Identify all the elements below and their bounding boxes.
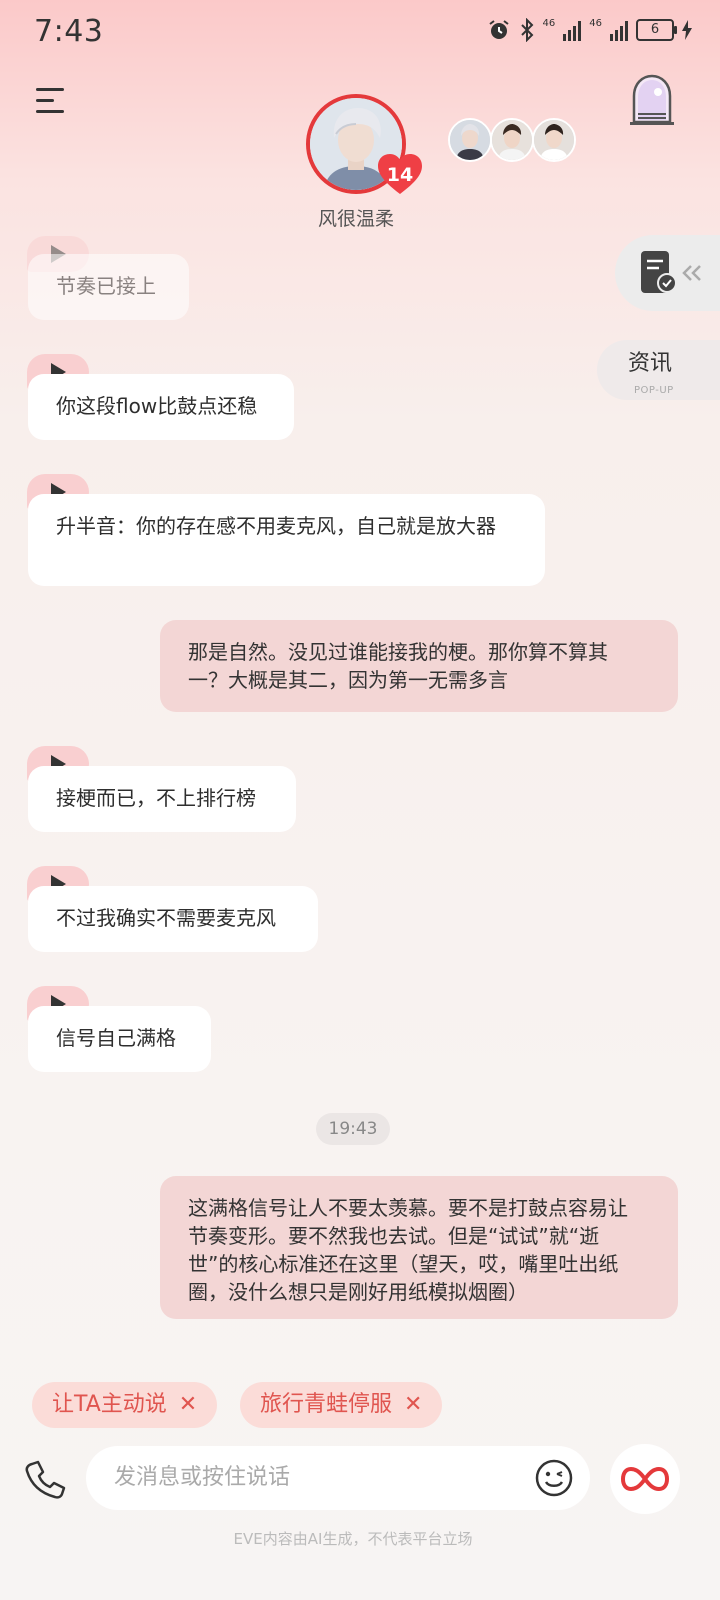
signal-icon-2 bbox=[610, 19, 628, 41]
ai-message-bubble[interactable]: 升半音：你的存在感不用麦克风，自己就是放大器 bbox=[28, 494, 545, 586]
suggestion-label: 旅行青蛙停服 bbox=[260, 1392, 393, 1417]
scene-window-icon[interactable] bbox=[628, 74, 676, 126]
phone-icon[interactable] bbox=[22, 1458, 66, 1502]
user-message-bubble[interactable]: 那是自然。没见过谁能接我的梗。那你算不算其一？大概是其二，因为第一无需多言 bbox=[160, 620, 678, 712]
status-time: 7:43 bbox=[34, 14, 104, 49]
ai-message-bubble[interactable]: 不过我确实不需要麦克风 bbox=[28, 886, 318, 952]
close-icon[interactable]: ✕ bbox=[179, 1382, 197, 1428]
charging-icon bbox=[682, 20, 692, 40]
signal-icon bbox=[563, 19, 582, 41]
ai-message-bubble[interactable]: 节奏已接上 bbox=[28, 254, 189, 320]
character-name: 风很温柔 bbox=[317, 208, 394, 230]
news-label[interactable]: 资讯 bbox=[628, 345, 672, 377]
avatar-portrait bbox=[450, 120, 490, 160]
infinity-icon bbox=[620, 1466, 670, 1492]
chevron-left-double-icon bbox=[682, 265, 701, 281]
group-avatar-1[interactable] bbox=[448, 118, 492, 162]
close-icon[interactable]: ✕ bbox=[404, 1382, 422, 1428]
user-message-bubble[interactable]: 这满格信号让人不要太羡慕。要不是打鼓点容易让节奏变形。要不然我也去试。但是“试试… bbox=[160, 1176, 678, 1319]
timestamp-divider: 19:43 bbox=[316, 1113, 390, 1145]
battery-level: 6 bbox=[650, 22, 660, 37]
message-input[interactable]: 发消息或按住说话 bbox=[86, 1446, 590, 1510]
intimacy-heart-badge: 14 bbox=[378, 154, 422, 196]
intimacy-level: 14 bbox=[386, 164, 414, 186]
suggestion-chip[interactable]: 让TA主动说 ✕ bbox=[32, 1382, 218, 1428]
group-avatar-2[interactable] bbox=[490, 118, 534, 162]
emoji-icon[interactable] bbox=[534, 1458, 574, 1498]
network-label-2: 46 bbox=[589, 18, 602, 29]
group-avatar-3[interactable] bbox=[532, 118, 576, 162]
suggestion-chip[interactable]: 旅行青蛙停服 ✕ bbox=[240, 1382, 443, 1428]
ai-disclaimer: EVE内容由AI生成，不代表平台立场 bbox=[233, 1530, 473, 1548]
suggestion-label: 让TA主动说 bbox=[52, 1392, 167, 1417]
alarm-icon bbox=[488, 20, 509, 39]
task-side-button[interactable] bbox=[615, 235, 720, 311]
avatar-portrait bbox=[534, 120, 574, 160]
ai-message-bubble[interactable]: 信号自己满格 bbox=[28, 1006, 211, 1072]
ai-message-bubble[interactable]: 接梗而已，不上排行榜 bbox=[28, 766, 296, 832]
status-icons: 46 46 6 bbox=[487, 18, 692, 42]
news-sublabel: POP-UP bbox=[634, 385, 674, 396]
ai-message-bubble[interactable]: 你这段flow比鼓点还稳 bbox=[28, 374, 294, 440]
document-check-icon bbox=[641, 251, 677, 293]
network-label-1: 46 bbox=[542, 18, 556, 29]
battery-icon: 6 bbox=[636, 19, 677, 41]
avatar-portrait bbox=[492, 120, 532, 160]
menu-button[interactable] bbox=[36, 88, 66, 118]
bluetooth-icon bbox=[520, 18, 533, 42]
infinity-button[interactable] bbox=[610, 1444, 680, 1514]
